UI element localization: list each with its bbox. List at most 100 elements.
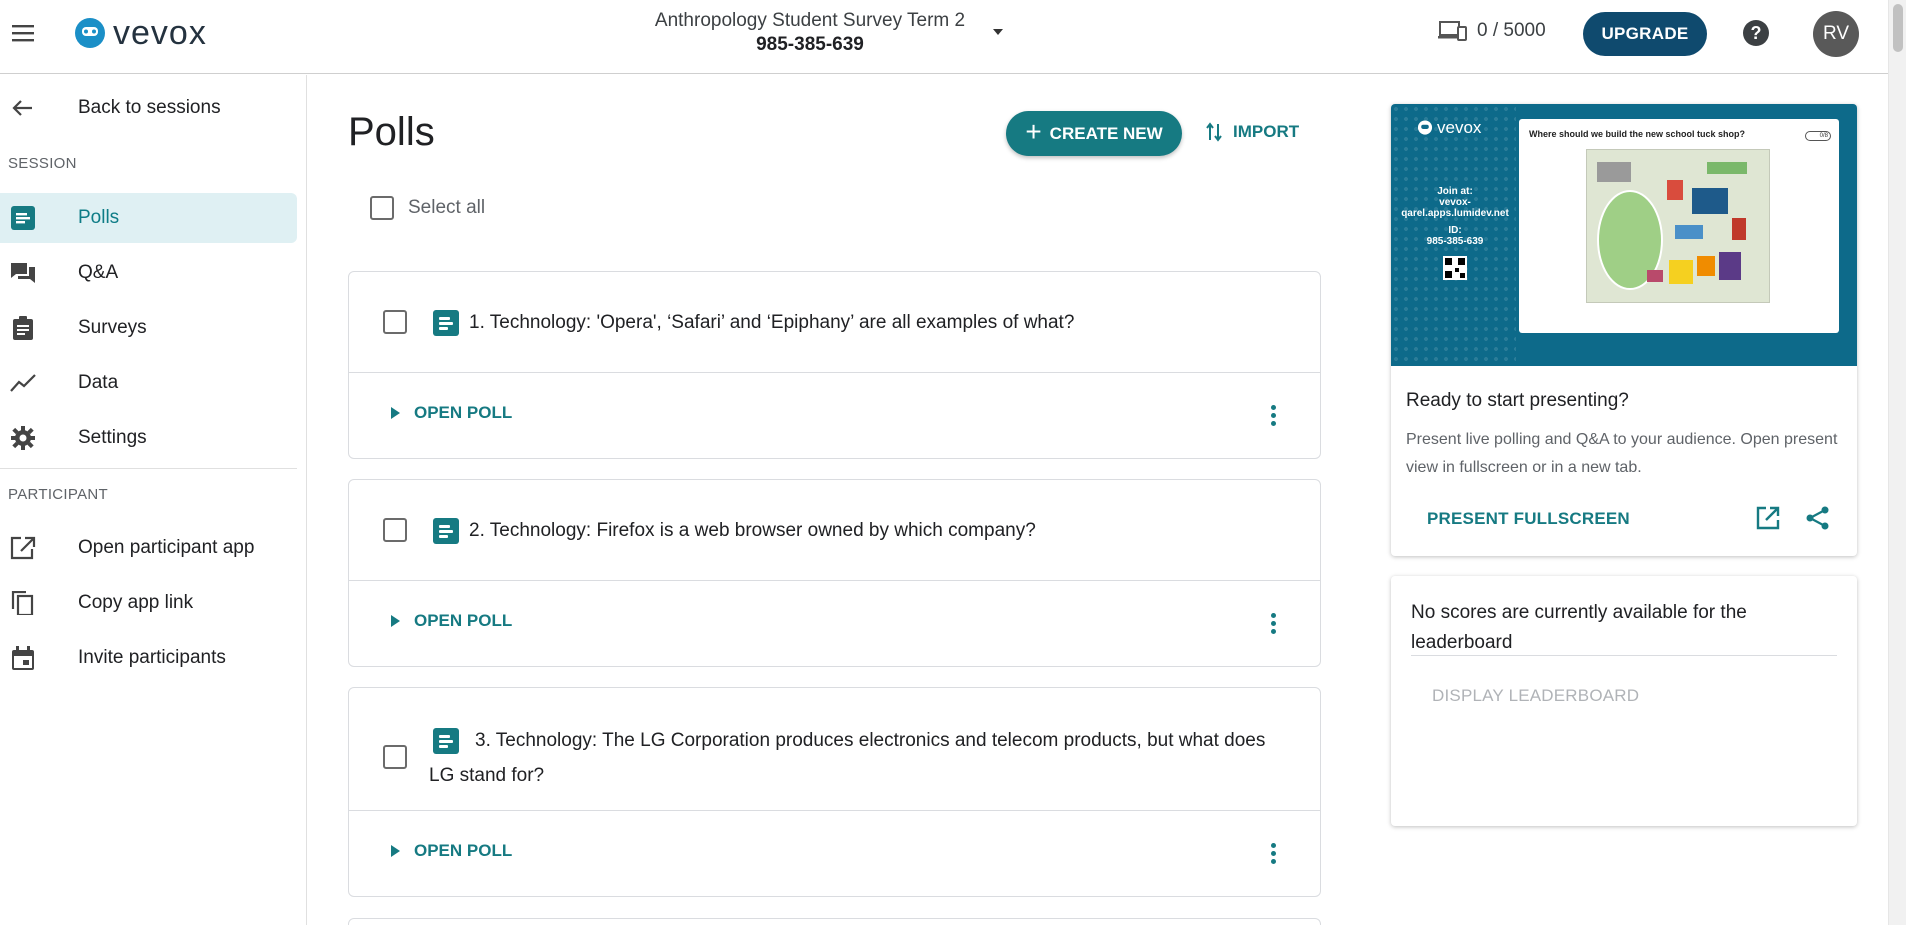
session-name: Anthropology Student Survey Term 2	[654, 10, 966, 31]
gear-icon	[11, 426, 35, 450]
poll-question: 2. Technology: Firefox is a web browser …	[469, 520, 1036, 541]
sidebar: Back to sessions SESSION Polls Q&A Surve…	[0, 75, 307, 925]
vevox-logo-icon	[75, 17, 105, 48]
open-poll-button[interactable]: OPEN POLL	[391, 841, 512, 861]
open-poll-label: OPEN POLL	[414, 403, 513, 422]
session-code: 985-385-639	[756, 34, 864, 55]
poll-checkbox[interactable]	[383, 518, 407, 542]
more-options-icon[interactable]	[1271, 843, 1277, 865]
poll-header[interactable]: 3. Technology: The LG Corporation produc…	[349, 688, 1320, 811]
open-in-new-tab-icon[interactable]	[1755, 505, 1781, 531]
import-button[interactable]: IMPORT	[1205, 122, 1299, 142]
vevox-logo-icon	[1417, 120, 1433, 135]
poll-card-partial	[348, 918, 1321, 925]
preview-id-label: ID:	[1448, 225, 1462, 236]
trend-icon	[10, 374, 36, 392]
scrollbar-thumb[interactable]	[1893, 4, 1903, 52]
poll-footer: OPEN POLL	[349, 581, 1320, 666]
sidebar-item-invite-participants[interactable]: Invite participants	[0, 633, 297, 683]
participant-counter: 0 / 5000	[1437, 20, 1546, 42]
more-options-icon[interactable]	[1271, 613, 1277, 635]
sidebar-item-surveys[interactable]: Surveys	[0, 303, 297, 353]
external-link-icon	[10, 536, 36, 560]
open-poll-button[interactable]: OPEN POLL	[391, 611, 512, 631]
menu-icon[interactable]	[10, 20, 36, 46]
devices-icon	[1438, 21, 1467, 41]
page-title: Polls	[348, 110, 435, 154]
sidebar-item-copy-app-link[interactable]: Copy app link	[0, 578, 297, 628]
leaderboard-divider	[1411, 655, 1837, 656]
page-scrollbar[interactable]	[1888, 0, 1906, 925]
sidebar-item-label: Settings	[78, 427, 147, 448]
sidebar-item-qa[interactable]: Q&A	[0, 248, 297, 298]
sidebar-item-label: Surveys	[78, 317, 147, 338]
preview-response-badge: 0/8	[1805, 131, 1831, 141]
select-all-checkbox[interactable]	[370, 196, 394, 220]
arrow-back-icon	[12, 100, 32, 116]
poll-checkbox[interactable]	[383, 745, 407, 769]
leaderboard-card: No scores are currently available for th…	[1391, 576, 1857, 826]
upgrade-button[interactable]: UPGRADE	[1583, 12, 1707, 56]
preview-join-info: Join at: vevox-qarel.apps.lumidev.net ID…	[1399, 186, 1511, 247]
present-title: Ready to start presenting?	[1406, 390, 1629, 411]
more-options-icon[interactable]	[1271, 405, 1277, 427]
poll-header[interactable]: 2. Technology: Firefox is a web browser …	[349, 480, 1320, 581]
poll-checkbox[interactable]	[383, 310, 407, 334]
import-label: IMPORT	[1233, 122, 1300, 141]
sidebar-item-label: Copy app link	[78, 592, 194, 613]
preview-slide: Where should we build the new school tuc…	[1519, 119, 1839, 333]
help-icon[interactable]: ?	[1743, 20, 1769, 46]
open-poll-label: OPEN POLL	[414, 841, 513, 860]
back-to-sessions-link[interactable]: Back to sessions	[0, 83, 297, 133]
session-title[interactable]: Anthropology Student Survey Term 2 985-3…	[640, 10, 980, 56]
present-preview[interactable]: vevox Join at: vevox-qarel.apps.lumidev.…	[1391, 104, 1857, 366]
vevox-logo-text: vevox	[113, 14, 207, 52]
session-dropdown-caret-icon[interactable]	[993, 29, 1003, 35]
poll-card: 2. Technology: Firefox is a web browser …	[348, 479, 1321, 667]
sidebar-item-data[interactable]: Data	[0, 358, 297, 408]
sidebar-divider	[0, 468, 297, 469]
sidebar-item-settings[interactable]: Settings	[0, 413, 297, 463]
preview-join-label: Join at:	[1437, 186, 1473, 197]
poll-icon	[11, 206, 35, 230]
preview-logo-text: vevox	[1437, 118, 1482, 137]
play-icon	[391, 845, 400, 857]
poll-footer: OPEN POLL	[349, 811, 1320, 896]
plus-icon: +	[1025, 116, 1042, 147]
poll-card: 1. Technology: 'Opera', ‘Safari’ and ‘Ep…	[348, 271, 1321, 459]
top-app-bar: vevox Anthropology Student Survey Term 2…	[0, 0, 1888, 74]
create-new-button[interactable]: + CREATE NEW	[1006, 111, 1182, 156]
sidebar-item-label: Data	[78, 372, 119, 393]
sidebar-item-polls[interactable]: Polls	[0, 193, 297, 243]
select-all-label: Select all	[408, 197, 486, 218]
poll-card: 3. Technology: The LG Corporation produc…	[348, 687, 1321, 897]
poll-header[interactable]: 1. Technology: 'Opera', ‘Safari’ and ‘Ep…	[349, 272, 1320, 373]
create-new-label: CREATE NEW	[1049, 123, 1163, 143]
preview-join-url: vevox-qarel.apps.lumidev.net	[1401, 197, 1509, 219]
open-poll-label: OPEN POLL	[414, 611, 513, 630]
play-icon	[391, 615, 400, 627]
display-leaderboard-button[interactable]: DISPLAY LEADERBOARD	[1432, 686, 1639, 706]
play-icon	[391, 407, 400, 419]
vevox-logo[interactable]: vevox	[73, 14, 207, 53]
clipboard-icon	[13, 316, 33, 340]
copy-icon	[11, 591, 34, 615]
open-poll-button[interactable]: OPEN POLL	[391, 403, 512, 423]
import-arrows-icon	[1206, 122, 1222, 142]
share-icon[interactable]	[1805, 505, 1831, 531]
calendar-icon	[12, 646, 34, 670]
select-all-control[interactable]: Select all	[370, 196, 485, 220]
participant-section-label: PARTICIPANT	[8, 486, 108, 503]
leaderboard-message: No scores are currently available for th…	[1411, 602, 1747, 653]
user-avatar[interactable]: RV	[1813, 11, 1859, 57]
session-section-label: SESSION	[8, 155, 77, 172]
present-description: Present live polling and Q&A to your aud…	[1406, 431, 1838, 476]
back-to-sessions-label: Back to sessions	[78, 97, 221, 118]
participant-count-text: 0 / 5000	[1477, 20, 1546, 41]
poll-question: 3. Technology: The LG Corporation produc…	[429, 730, 1266, 786]
present-fullscreen-button[interactable]: PRESENT FULLSCREEN	[1427, 509, 1630, 529]
poll-question: 1. Technology: 'Opera', ‘Safari’ and ‘Ep…	[469, 312, 1075, 333]
sidebar-item-open-participant-app[interactable]: Open participant app	[0, 523, 297, 573]
qr-code-icon	[1443, 256, 1467, 280]
sidebar-item-label: Polls	[78, 207, 120, 228]
